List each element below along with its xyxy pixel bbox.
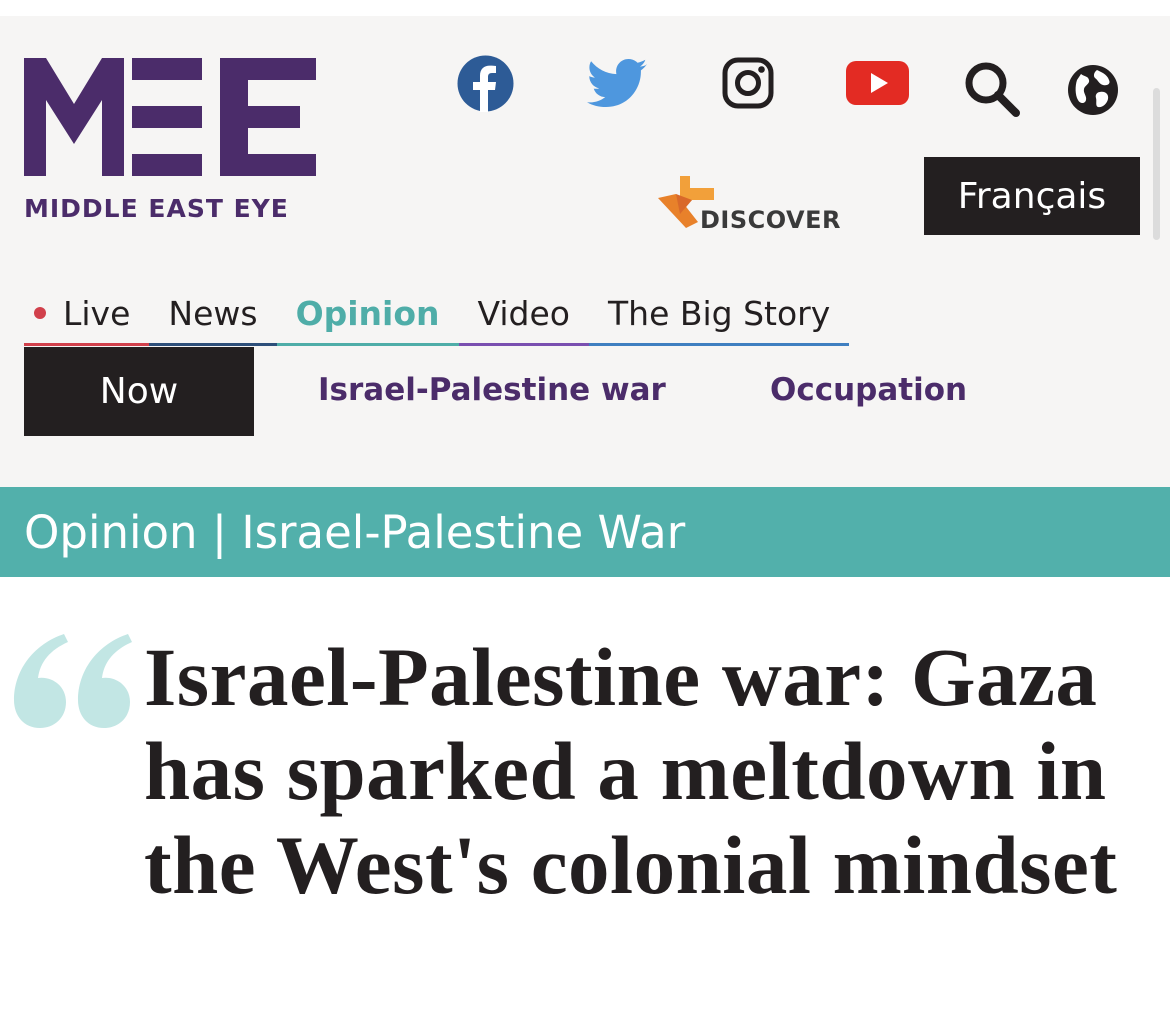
nav-item-video[interactable]: Video [458, 280, 590, 346]
nav-item-label: Opinion [295, 293, 440, 333]
section-breadcrumb[interactable]: Opinion | Israel-Palestine War [0, 487, 1170, 577]
sub-nav-israel-palestine-war[interactable]: Israel-Palestine war [318, 372, 666, 408]
nav-item-label: News [168, 293, 258, 333]
facebook-icon[interactable] [457, 55, 514, 112]
discover-link[interactable]: DISCOVER [700, 206, 841, 234]
nav-item-opinion[interactable]: Opinion [276, 280, 459, 346]
now-button[interactable]: Now [24, 347, 254, 436]
instagram-icon[interactable] [722, 57, 774, 109]
youtube-icon[interactable] [846, 61, 909, 105]
globe-icon[interactable] [1067, 64, 1119, 116]
article-headline: Israel-Palestine war: Gaza has sparked a… [144, 631, 1118, 911]
scrollbar[interactable] [1153, 88, 1160, 240]
quote-mark-icon [14, 634, 132, 728]
nav-item-label: The Big Story [608, 293, 831, 333]
nav-item-news[interactable]: News [149, 280, 277, 346]
main-nav: Live News Opinion Video The Big Story [24, 280, 850, 346]
language-button[interactable]: Français [924, 157, 1140, 235]
search-icon[interactable] [962, 59, 1022, 119]
nav-item-label: Live [63, 293, 131, 333]
twitter-icon[interactable] [587, 59, 647, 107]
top-strip [0, 0, 1170, 16]
live-dot-icon [34, 307, 46, 319]
nav-item-big-story[interactable]: The Big Story [589, 280, 850, 346]
sub-nav-occupation[interactable]: Occupation [770, 372, 967, 408]
nav-item-live[interactable]: Live [24, 280, 150, 346]
logo-wordmark: MIDDLE EAST EYE [24, 194, 289, 223]
nav-item-label: Video [477, 293, 570, 333]
